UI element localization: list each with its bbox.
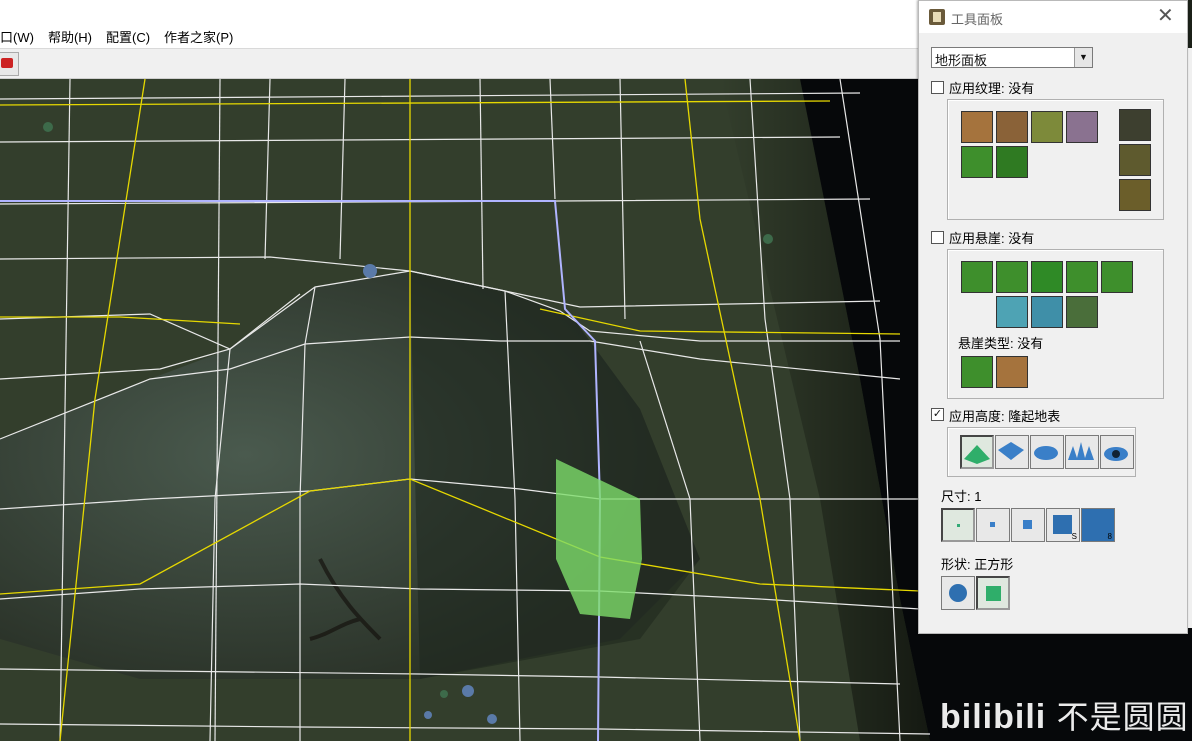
cliff-shallow-water-button[interactable] (996, 296, 1028, 328)
height-noise-button[interactable] (1065, 435, 1099, 469)
size-square-icon (1053, 515, 1072, 534)
cliff-level-button[interactable] (1031, 261, 1063, 293)
apply-cliff-checkbox[interactable] (931, 231, 944, 244)
height-lower-button[interactable] (995, 435, 1029, 469)
texture-tile-rough-dirt[interactable] (996, 111, 1028, 143)
height-plateau-button[interactable] (1030, 435, 1064, 469)
menu-window[interactable]: 口(W) (0, 27, 41, 46)
texture-tile-dark-rock[interactable] (1119, 109, 1151, 141)
square-shape-icon (986, 586, 1001, 601)
doodad-grass (43, 122, 53, 132)
texture-tile-dirt[interactable] (961, 111, 993, 143)
brush-size-2-button[interactable] (976, 508, 1010, 542)
panel-type-dropdown[interactable]: 地形面板 ▼ (931, 47, 1093, 68)
cliff-raise-button[interactable] (1066, 261, 1098, 293)
brush-size-4-button[interactable]: S (1046, 508, 1080, 542)
brush-size-3-button[interactable] (1011, 508, 1045, 542)
panel-type-value: 地形面板 (935, 53, 988, 68)
cliff-type-grass[interactable] (961, 356, 993, 388)
toolbar (0, 49, 920, 79)
doodad-blue (363, 264, 377, 278)
size-dot-icon (957, 524, 960, 527)
noise-terrain-icon (1068, 442, 1094, 460)
bilibili-watermark: bilibili 不是圆圆 (940, 692, 1189, 738)
cliff-raise-more-button[interactable] (1101, 261, 1133, 293)
brush-size-5-button[interactable]: 8 (1081, 508, 1115, 542)
toolbar-button[interactable] (0, 52, 19, 76)
watermark-author: 不是圆圆 (1056, 699, 1189, 735)
apply-cliff-label: 应用悬崖: 没有 (949, 231, 1035, 246)
menu-bar: 口(W) 帮助(H) 配置(C) 作者之家(P) (0, 24, 920, 49)
texture-tile-dark-grass[interactable] (996, 146, 1028, 178)
cliff-type-dirt[interactable] (996, 356, 1028, 388)
doodad-blue (487, 714, 497, 724)
texture-tile-grassy-dirt[interactable] (1031, 111, 1063, 143)
apply-height-checkbox[interactable]: ✓ (931, 408, 944, 421)
size-dot-icon (990, 522, 995, 527)
apply-texture-checkbox[interactable] (931, 81, 944, 94)
menu-help[interactable]: 帮助(H) (41, 27, 99, 46)
circle-shape-icon (949, 584, 967, 602)
cliff-ramp-button[interactable] (1066, 296, 1098, 328)
brush-shape-square-button[interactable] (976, 576, 1010, 610)
plateau-terrain-icon (1034, 446, 1058, 460)
texture-tile-square-path[interactable] (1119, 179, 1151, 211)
tool-panel: 工具面板 ✕ 地形面板 ▼ 应用纹理: 没有 应用悬崖: 没有 悬崖类型: 没有… (918, 0, 1188, 634)
cliff-type-label: 悬崖类型: 没有 (958, 336, 1044, 351)
texture-tile-purple-rock[interactable] (1066, 111, 1098, 143)
doodad-grass (763, 234, 773, 244)
cliff-deep-water-button[interactable] (1031, 296, 1063, 328)
cliff-lower-more-button[interactable] (996, 261, 1028, 293)
brush-size-label: 尺寸: 1 (941, 489, 982, 504)
window-title-strip (0, 0, 920, 24)
cliff-palette: 悬崖类型: 没有 (947, 249, 1164, 399)
texture-tile-dark-path[interactable] (1119, 144, 1151, 176)
height-palette (947, 427, 1136, 477)
chevron-down-icon[interactable]: ▼ (1074, 48, 1092, 67)
doodad-blue (424, 711, 432, 719)
doodad-blue (462, 685, 474, 697)
menu-author-home[interactable]: 作者之家(P) (157, 27, 240, 46)
red-tool-icon (1, 58, 13, 68)
size-square-icon (1023, 520, 1032, 529)
tool-panel-titlebar[interactable]: 工具面板 ✕ (919, 1, 1187, 33)
doodad-grass (440, 690, 448, 698)
texture-tile-grass[interactable] (961, 146, 993, 178)
apply-height-label: 应用高度: 隆起地表 (949, 409, 1061, 424)
scroll-icon (929, 9, 945, 25)
menu-config[interactable]: 配置(C) (99, 27, 157, 46)
smooth-terrain-icon (1104, 447, 1128, 461)
brush-shape-label: 形状: 正方形 (941, 557, 1014, 572)
close-icon[interactable]: ✕ (1157, 5, 1174, 27)
bilibili-logo: bilibili (940, 698, 1047, 736)
brush-shape-circle-button[interactable] (941, 576, 975, 610)
tool-panel-title: 工具面板 (951, 12, 1004, 27)
size-badge-s: S (1071, 532, 1077, 541)
size-badge-8: 8 (1107, 532, 1112, 541)
cliff-lower-button[interactable] (961, 261, 993, 293)
raise-terrain-icon (964, 445, 990, 464)
brush-size-1-button[interactable] (941, 508, 975, 542)
height-raise-button[interactable] (960, 435, 994, 469)
lower-terrain-icon (998, 442, 1024, 460)
texture-palette (947, 99, 1164, 220)
apply-texture-label: 应用纹理: 没有 (949, 81, 1035, 96)
height-smooth-button[interactable] (1100, 435, 1134, 469)
